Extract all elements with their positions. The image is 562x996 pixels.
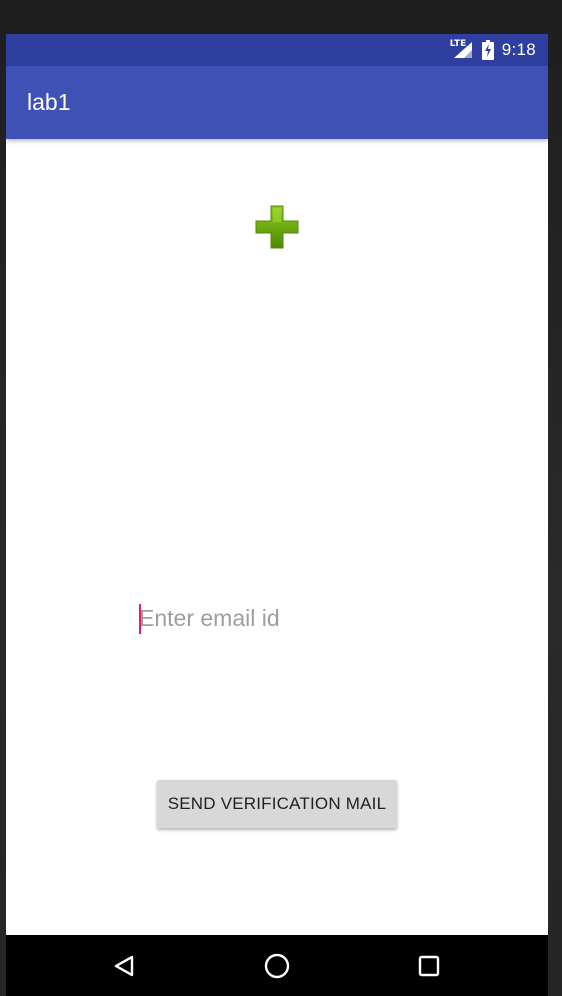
battery-charging-icon — [481, 40, 494, 60]
text-cursor — [139, 604, 141, 634]
recents-icon[interactable] — [394, 935, 464, 996]
green-plus-icon — [254, 204, 300, 250]
home-icon[interactable] — [242, 935, 312, 996]
app-title: lab1 — [27, 89, 71, 115]
network-type-label: LTE — [449, 39, 467, 49]
back-icon[interactable] — [89, 935, 159, 996]
email-field[interactable] — [138, 600, 419, 636]
status-time: 9:18 — [501, 40, 536, 59]
send-verification-mail-button[interactable]: SEND VERIFICATION MAIL — [157, 780, 397, 828]
navigation-bar — [6, 935, 548, 996]
status-icons: LTE 9:18 — [450, 34, 536, 66]
status-bar: LTE 9:18 — [6, 34, 548, 66]
email-input[interactable] — [138, 600, 419, 636]
app-bar: lab1 — [6, 66, 548, 139]
lte-signal-icon: LTE — [449, 39, 474, 60]
phone-screen: LTE 9:18 lab1 Enter email id SEND VERIFI… — [6, 34, 548, 996]
